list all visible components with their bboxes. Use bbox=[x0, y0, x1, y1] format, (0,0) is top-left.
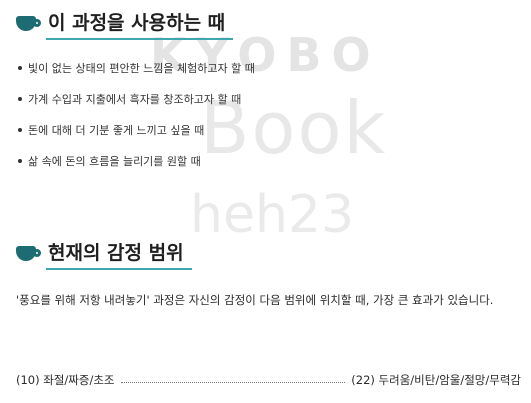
teacup-icon bbox=[16, 244, 42, 262]
bullet-dot bbox=[18, 65, 22, 70]
list-item-text: 빛이 없는 상태의 편안한 느낌을 체험하고자 할 때 bbox=[28, 61, 255, 75]
list-item: 가계 수입과 지출에서 흑자를 창조하고자 할 때 bbox=[18, 83, 255, 114]
usage-list: 빛이 없는 상태의 편안한 느낌을 체험하고자 할 때 가계 수입과 지출에서 … bbox=[18, 52, 255, 176]
list-item-text: 돈에 대해 더 기분 좋게 느끼고 싶을 때 bbox=[28, 123, 205, 137]
bullet-dot bbox=[18, 158, 22, 163]
range-end-label: (22) 두려움/비탄/암울/절망/무력감 bbox=[351, 373, 521, 387]
bullet-dot bbox=[18, 96, 22, 101]
section-heading-usage: 이 과정을 사용하는 때 bbox=[16, 8, 234, 40]
section-title: 현재의 감정 범위 bbox=[46, 238, 192, 270]
description-paragraph: '풍요를 위해 저항 내려놓기' 과정은 자신의 감정이 다음 범위에 위치할 … bbox=[16, 293, 494, 307]
bullet-dot bbox=[18, 127, 22, 132]
list-item: 삶 속에 돈의 흐름을 늘리기를 원할 때 bbox=[18, 145, 255, 176]
dotted-leader bbox=[120, 381, 346, 383]
list-item: 빛이 없는 상태의 편안한 느낌을 체험하고자 할 때 bbox=[18, 52, 255, 83]
section-heading-emotion-range: 현재의 감정 범위 bbox=[16, 238, 192, 270]
watermark-user: heh23 bbox=[190, 185, 355, 245]
list-item: 돈에 대해 더 기분 좋게 느끼고 싶을 때 bbox=[18, 114, 255, 145]
section-title: 이 과정을 사용하는 때 bbox=[45, 8, 234, 40]
list-item-text: 가계 수입과 지출에서 흑자를 창조하고자 할 때 bbox=[28, 92, 242, 106]
range-start-label: (10) 좌절/짜증/초조 bbox=[16, 373, 115, 387]
teacup-icon bbox=[16, 14, 42, 32]
emotion-range-row: (10) 좌절/짜증/초조 (22) 두려움/비탄/암울/절망/무력감 bbox=[16, 372, 521, 388]
list-item-text: 삶 속에 돈의 흐름을 늘리기를 원할 때 bbox=[28, 154, 201, 168]
